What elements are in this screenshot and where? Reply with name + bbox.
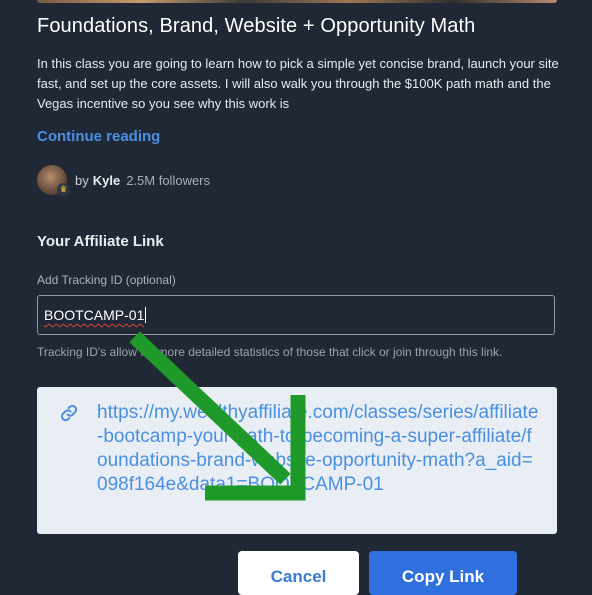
author-avatar[interactable]: ♛ — [37, 165, 70, 196]
text-caret — [145, 307, 147, 323]
affiliate-link-heading: Your Affiliate Link — [37, 233, 164, 250]
tracking-id-help-text: Tracking ID's allow for more detailed st… — [37, 345, 503, 359]
cancel-button[interactable]: Cancel — [238, 551, 359, 595]
tracking-id-input[interactable]: BOOTCAMP-01 — [37, 295, 555, 335]
class-title: Foundations, Brand, Website + Opportunit… — [37, 15, 476, 37]
affiliate-link-box: https://my.wealthyaffiliate.com/classes/… — [37, 387, 557, 534]
class-description: In this class you are going to learn how… — [37, 56, 559, 111]
link-icon — [60, 404, 78, 422]
affiliate-link-url[interactable]: https://my.wealthyaffiliate.com/classes/… — [97, 401, 542, 497]
author-row: ♛ by Kyle 2.5M followers — [37, 164, 210, 196]
continue-reading-link[interactable]: Continue reading — [37, 128, 160, 145]
course-banner-image — [37, 0, 557, 3]
by-label: by — [75, 172, 89, 188]
follower-count: 2.5M followers — [126, 172, 211, 188]
crown-icon: ♛ — [57, 183, 70, 196]
tracking-id-value: BOOTCAMP-01 — [44, 307, 145, 323]
tracking-id-label: Add Tracking ID (optional) — [37, 273, 176, 287]
copy-link-button[interactable]: Copy Link — [369, 551, 517, 595]
author-name-link[interactable]: Kyle — [93, 173, 120, 188]
